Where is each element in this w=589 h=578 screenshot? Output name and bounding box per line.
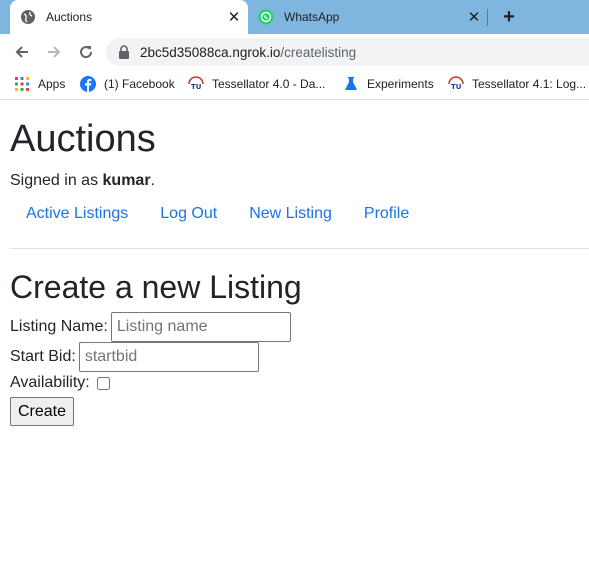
signed-in-text: Signed in as kumar. <box>10 172 155 190</box>
start-bid-input[interactable] <box>78 342 259 372</box>
nav-profile[interactable]: Profile <box>348 204 425 224</box>
tessellator-icon: TU <box>188 76 204 92</box>
divider <box>10 248 589 249</box>
flask-icon <box>343 76 359 92</box>
bookmark-facebook[interactable]: (1) Facebook <box>80 76 175 92</box>
svg-text:TU: TU <box>451 83 462 91</box>
close-icon[interactable]: ✕ <box>464 8 484 26</box>
nav-log-out[interactable]: Log Out <box>144 204 233 224</box>
bookmark-experiments[interactable]: Experiments <box>343 76 434 92</box>
tessellator-icon: TU <box>448 76 464 92</box>
bookmarks-bar: Apps (1) Facebook TU Tessellator 4.0 - D… <box>0 70 589 100</box>
browser-toolbar: 2bc5d35088ca.ngrok.io/createlisting <box>0 34 589 70</box>
bookmark-label: Tessellator 4.1: Log... <box>472 77 587 91</box>
bookmark-tessellator-4-1[interactable]: TU Tessellator 4.1: Log... <box>448 76 586 92</box>
start-bid-label: Start Bid: <box>10 348 76 365</box>
main-nav: Active Listings Log Out New Listing Prof… <box>10 204 425 224</box>
tab-auctions[interactable]: Auctions ✕ <box>10 0 248 34</box>
tab-separator <box>487 9 488 26</box>
form-title: Create a new Listing <box>10 269 302 305</box>
bookmark-apps[interactable]: Apps <box>14 76 65 92</box>
signed-in-suffix: . <box>150 172 155 189</box>
start-bid-row: Start Bid: <box>10 342 259 372</box>
availability-checkbox[interactable] <box>96 376 110 390</box>
bookmark-label: (1) Facebook <box>104 77 175 91</box>
forward-arrow-icon[interactable] <box>42 40 66 64</box>
bookmark-tessellator-4-0[interactable]: TU Tessellator 4.0 - Da... <box>188 76 325 92</box>
apps-grid-icon <box>14 76 30 92</box>
globe-icon <box>20 9 36 25</box>
tab-title: WhatsApp <box>284 10 340 24</box>
bookmark-label: Tessellator 4.0 - Da... <box>212 77 326 91</box>
listing-name-row: Listing Name: <box>10 312 291 342</box>
create-button[interactable]: Create <box>10 397 75 426</box>
lock-icon <box>118 45 130 59</box>
svg-text:TU: TU <box>191 83 202 91</box>
nav-active-listings[interactable]: Active Listings <box>10 204 144 224</box>
back-arrow-icon[interactable] <box>10 40 34 64</box>
browser-tabstrip: Auctions ✕ WhatsApp ✕ + <box>0 0 589 34</box>
bookmark-label: Experiments <box>367 77 434 91</box>
bookmark-label: Apps <box>38 77 66 91</box>
facebook-icon <box>80 76 96 92</box>
listing-name-label: Listing Name: <box>10 318 108 335</box>
reload-icon[interactable] <box>74 40 98 64</box>
availability-row: Availability: <box>10 374 110 392</box>
page-title: Auctions <box>10 118 156 160</box>
close-icon[interactable]: ✕ <box>224 8 244 26</box>
whatsapp-icon <box>258 9 274 25</box>
tab-title: Auctions <box>46 10 93 24</box>
listing-name-input[interactable] <box>110 312 291 342</box>
signed-in-prefix: Signed in as <box>10 172 103 189</box>
tab-whatsapp[interactable]: WhatsApp ✕ <box>248 0 488 34</box>
availability-label: Availability: <box>10 374 90 391</box>
nav-new-listing[interactable]: New Listing <box>233 204 348 224</box>
username: kumar <box>102 172 151 189</box>
address-bar[interactable]: 2bc5d35088ca.ngrok.io/createlisting <box>106 38 589 66</box>
url-host: 2bc5d35088ca.ngrok.io <box>140 44 281 60</box>
url-path: /createlisting <box>280 44 357 60</box>
new-tab-button[interactable]: + <box>498 6 520 28</box>
